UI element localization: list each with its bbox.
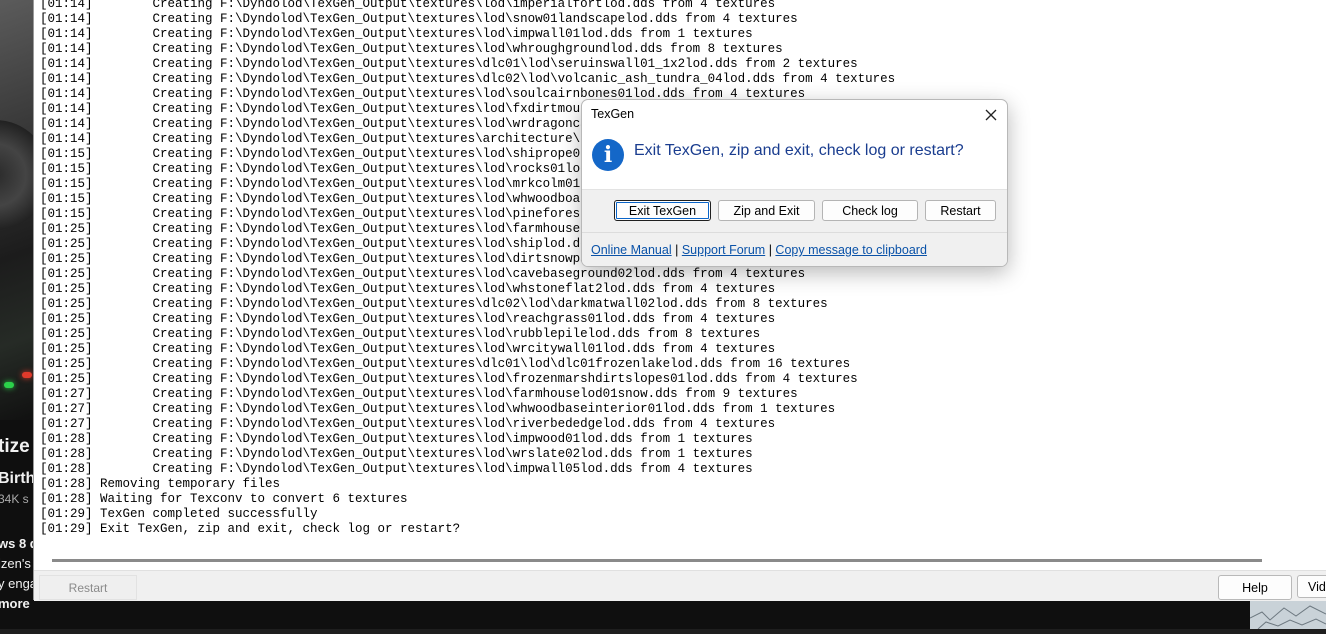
log-line: [01:29] Exit TexGen, zip and exit, check… (40, 522, 461, 536)
taskbar-strip (40, 600, 1326, 629)
log-line: [01:28] Creating F:\Dyndolod\TexGen_Outp… (40, 447, 753, 461)
thumbnail-green-light (4, 382, 14, 388)
log-line: [01:14] Creating F:\Dyndolod\TexGen_Outp… (40, 27, 753, 41)
help-button[interactable]: Help (1218, 575, 1292, 600)
info-icon: i (592, 139, 624, 171)
dialog-footer: Online Manual | Support Forum | Copy mes… (582, 232, 1007, 266)
exit-texgen-button[interactable]: Exit TexGen (614, 200, 711, 221)
log-line: [01:25] Creating F:\Dyndolod\TexGen_Outp… (40, 282, 776, 296)
log-line: [01:25] Creating F:\Dyndolod\TexGen_Outp… (40, 327, 761, 341)
video-title-fragment[interactable]: tize (0, 436, 30, 458)
check-log-button[interactable]: Check log (822, 200, 918, 221)
main-bottom-bar: Restart Help Vid (34, 570, 1326, 601)
footer-links: Online Manual | Support Forum | Copy mes… (591, 243, 927, 257)
log-line: [01:14] Creating F:\Dyndolod\TexGen_Outp… (40, 0, 776, 11)
log-line: [01:25] Creating F:\Dyndolod\TexGen_Outp… (40, 342, 776, 356)
dialog-title: TexGen (591, 107, 635, 121)
dialog-button-row: Exit TexGen Zip and Exit Check log Resta… (582, 189, 1007, 232)
horizontal-scrollbar[interactable] (52, 559, 1262, 562)
log-line: [01:14] Creating F:\Dyndolod\TexGen_Outp… (40, 42, 783, 56)
log-line: [01:25] Creating F:\Dyndolod\TexGen_Outp… (40, 357, 851, 371)
log-line: [01:28] Creating F:\Dyndolod\TexGen_Outp… (40, 462, 753, 476)
dialog-message: Exit TexGen, zip and exit, check log or … (634, 142, 964, 159)
log-line: [01:14] Creating F:\Dyndolod\TexGen_Outp… (40, 12, 798, 26)
log-output[interactable]: [01:14] Creating F:\Dyndolod\TexGen_Outp… (40, 0, 1326, 542)
map-lines-graphic (1249, 605, 1326, 630)
online-manual-link[interactable]: Online Manual (591, 243, 672, 257)
log-line: [01:27] Creating F:\Dyndolod\TexGen_Outp… (40, 387, 798, 401)
log-line: [01:28] Waiting for Texconv to convert 6… (40, 492, 408, 506)
log-line: [01:14] Creating F:\Dyndolod\TexGen_Outp… (40, 72, 896, 86)
support-forum-link[interactable]: Support Forum (682, 243, 765, 257)
texgen-main-window: [01:14] Creating F:\Dyndolod\TexGen_Outp… (33, 0, 1326, 601)
log-line: [01:28] Creating F:\Dyndolod\TexGen_Outp… (40, 432, 753, 446)
log-line: [01:25] Creating F:\Dyndolod\TexGen_Outp… (40, 312, 776, 326)
log-line: [01:25] Creating F:\Dyndolod\TexGen_Outp… (40, 372, 858, 386)
texgen-exit-dialog: TexGen i Exit TexGen, zip and exit, chec… (581, 99, 1008, 267)
restart-button[interactable]: Restart (925, 200, 996, 221)
log-line: [01:27] Creating F:\Dyndolod\TexGen_Outp… (40, 417, 776, 431)
link-separator: | (675, 243, 682, 257)
log-line: [01:29] TexGen completed successfully (40, 507, 318, 521)
log-line: [01:25] Creating F:\Dyndolod\TexGen_Outp… (40, 267, 806, 281)
log-line: [01:25] Creating F:\Dyndolod\TexGen_Outp… (40, 297, 828, 311)
log-line: [01:14] Creating F:\Dyndolod\TexGen_Outp… (40, 57, 858, 71)
thumbnail-red-light (22, 372, 32, 378)
channel-name-fragment[interactable]: Birth (0, 470, 35, 488)
more-link[interactable]: more (0, 596, 30, 611)
description-line-3: y enga (0, 576, 38, 591)
copy-message-link[interactable]: Copy message to clipboard (775, 243, 926, 257)
description-line-2: izen's (0, 556, 31, 571)
close-button[interactable] (977, 102, 1005, 128)
video-button[interactable]: Vid (1297, 575, 1326, 598)
background-map-fragment (1249, 598, 1326, 630)
zip-and-exit-button[interactable]: Zip and Exit (718, 200, 815, 221)
subscriber-count-fragment: 34K s (0, 492, 29, 506)
log-line: [01:28] Removing temporary files (40, 477, 281, 491)
restart-button-disabled: Restart (39, 575, 137, 600)
log-line: [01:27] Creating F:\Dyndolod\TexGen_Outp… (40, 402, 836, 416)
close-icon (985, 109, 997, 121)
